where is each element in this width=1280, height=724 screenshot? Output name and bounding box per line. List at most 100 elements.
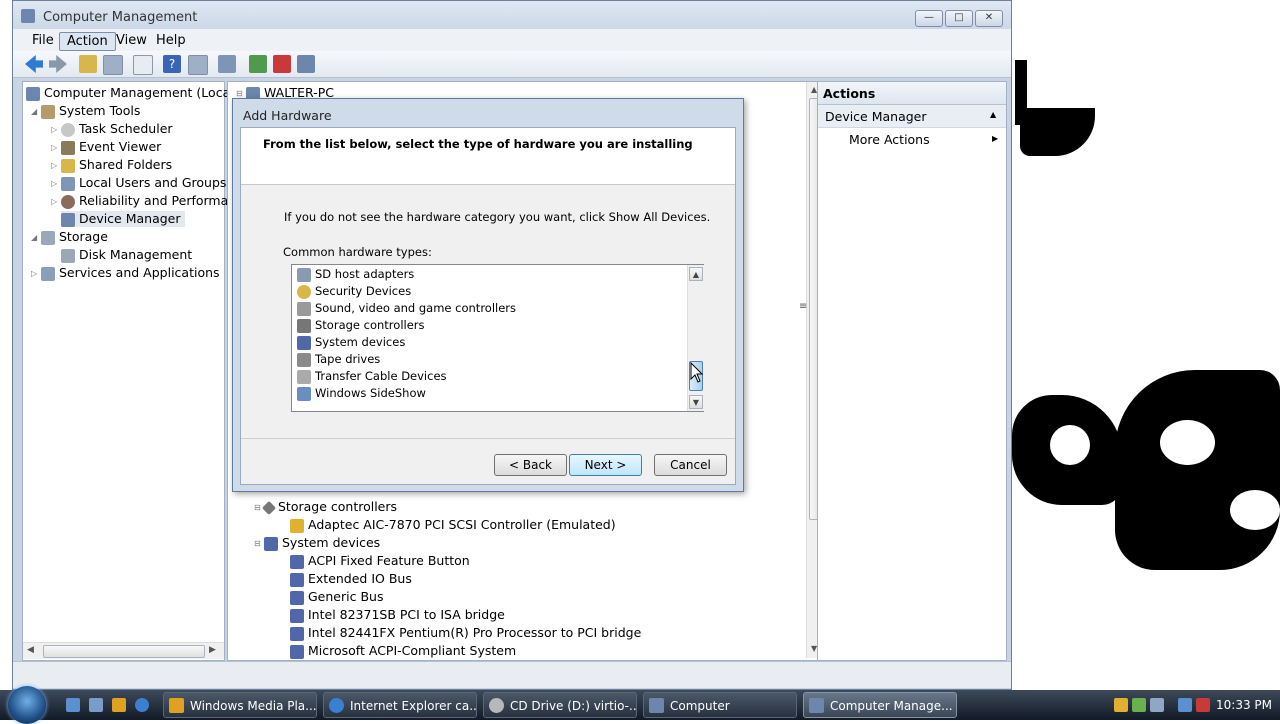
expand-icon[interactable]: ▷ (51, 143, 61, 152)
clock[interactable]: 10:33 PM (1216, 698, 1272, 712)
expand-icon[interactable]: ▷ (31, 269, 41, 278)
device-item[interactable]: Intel 82441FX Pentium(R) Pro Processor t… (290, 625, 641, 641)
taskbar-item-active[interactable]: Computer Manage... (803, 692, 957, 718)
dialog-title: Add Hardware (243, 108, 332, 123)
device-item[interactable]: ACPI Fixed Feature Button (290, 553, 470, 569)
menu-action[interactable]: Action (59, 32, 116, 51)
tree-root[interactable]: Computer Management (Local (26, 85, 234, 101)
speaker-icon (297, 301, 311, 316)
uninstall-icon[interactable] (273, 55, 291, 73)
next-button[interactable]: Next > (569, 454, 642, 476)
device-adaptec[interactable]: Adaptec AIC-7870 PCI SCSI Controller (Em… (290, 517, 616, 533)
scroll-down-icon[interactable]: ▼ (689, 395, 703, 409)
network-icon[interactable] (1132, 698, 1146, 712)
back-arrow-icon[interactable] (25, 55, 43, 73)
tree-disk-management[interactable]: Disk Management (61, 247, 192, 263)
taskbar-item[interactable]: Windows Media Pla... (163, 692, 317, 718)
collapse-section-icon[interactable]: ▲ (990, 110, 996, 119)
list-item[interactable]: Tape drives (297, 352, 380, 367)
device-item[interactable]: Intel 82371SB PCI to ISA bridge (290, 607, 505, 623)
start-button[interactable] (8, 686, 46, 724)
tree-device-manager[interactable]: Device Manager (61, 211, 185, 227)
taskbar-item[interactable]: CD Drive (D:) virtio-... (483, 692, 637, 718)
expand-icon[interactable]: ▷ (51, 179, 61, 188)
system-devices-icon (264, 536, 278, 551)
tree-event-viewer[interactable]: ▷ Event Viewer (51, 139, 161, 155)
tree-storage[interactable]: ◢ Storage (31, 229, 108, 245)
scroll-up-icon[interactable]: ▲ (689, 267, 703, 281)
sd-adapter-icon (297, 267, 311, 282)
collapse-icon[interactable]: ⊟ (254, 539, 264, 548)
left-horizontal-scrollbar[interactable]: ◀ ▶ (23, 642, 224, 659)
tree-services[interactable]: ▷ Services and Applications (31, 265, 220, 281)
scroll-right-icon[interactable]: ▶ (209, 645, 216, 655)
expand-icon[interactable]: ▷ (51, 125, 61, 134)
list-item[interactable]: Storage controllers (297, 318, 425, 333)
back-button[interactable]: < Back (494, 454, 567, 476)
device-item[interactable]: Generic Bus (290, 589, 383, 605)
enable-device-icon[interactable] (297, 55, 315, 73)
tree-local-users[interactable]: ▷ Local Users and Groups (51, 175, 226, 191)
maximize-button[interactable]: □ (945, 10, 973, 27)
system-devices-node[interactable]: ⊟ System devices (254, 535, 380, 551)
show-hide-tree-icon[interactable] (103, 55, 123, 75)
list-item[interactable]: System devices (297, 335, 405, 350)
network-status-icon[interactable] (1178, 698, 1192, 712)
sideshow-icon (297, 386, 311, 401)
collapse-icon[interactable]: ⊟ (236, 89, 246, 98)
taskbar-item[interactable]: Internet Explorer ca... (323, 692, 477, 718)
switch-windows-icon[interactable] (89, 698, 103, 712)
scroll-thumb[interactable] (43, 645, 205, 658)
media-player-quicklaunch-icon[interactable] (112, 698, 126, 712)
tree-shared-folders[interactable]: ▷ Shared Folders (51, 157, 172, 173)
device-manager-icon (61, 212, 75, 227)
list-item[interactable]: Transfer Cable Devices (297, 369, 447, 384)
expand-icon[interactable]: ▷ (51, 197, 61, 206)
pane-splitter[interactable]: ≡ (799, 301, 807, 312)
list-item[interactable]: Security Devices (297, 284, 411, 299)
properties-icon[interactable] (133, 55, 153, 75)
list-item[interactable]: SD host adapters (297, 267, 414, 282)
warning-device-icon (290, 518, 304, 533)
show-action-pane-icon[interactable] (188, 55, 208, 75)
system-device-icon (290, 572, 304, 587)
internet-explorer-quicklaunch-icon[interactable] (135, 698, 149, 712)
menu-help[interactable]: Help (149, 32, 193, 49)
device-item[interactable]: Extended IO Bus (290, 571, 412, 587)
expand-icon[interactable]: ▷ (51, 161, 61, 170)
volume-muted-icon[interactable] (1196, 698, 1210, 712)
safely-remove-icon[interactable] (1150, 698, 1164, 712)
tree-reliability[interactable]: ▷ Reliability and Performa (51, 193, 228, 209)
device-item[interactable]: Microsoft ACPI-Compliant System (290, 643, 516, 659)
security-shield-icon[interactable] (1114, 698, 1128, 712)
tree-system-tools[interactable]: ◢ System Tools (31, 103, 140, 119)
list-item[interactable]: Sound, video and game controllers (297, 301, 516, 316)
hardware-type-list[interactable]: SD host adapters Security Devices Sound,… (291, 264, 704, 412)
update-driver-icon[interactable] (249, 55, 267, 73)
list-item[interactable]: Windows SideShow (297, 386, 426, 401)
storage-controllers-node[interactable]: ⊟ Storage controllers (254, 499, 397, 515)
computer-management-icon (26, 86, 40, 101)
more-actions-item[interactable]: More Actions ▶ (818, 129, 1006, 149)
scroll-left-icon[interactable]: ◀ (27, 645, 34, 655)
collapse-icon[interactable]: ◢ (31, 233, 41, 242)
list-scrollbar[interactable]: ▲ ▼ (687, 265, 704, 411)
minimize-button[interactable]: — (915, 10, 943, 27)
close-button[interactable]: ✕ (975, 10, 1003, 27)
storage-controller-icon (297, 318, 311, 333)
help-icon[interactable]: ? (163, 55, 181, 73)
up-folder-icon[interactable] (79, 55, 97, 73)
menu-file[interactable]: File (25, 32, 61, 49)
scan-hardware-icon[interactable] (218, 55, 236, 73)
show-desktop-icon[interactable] (66, 698, 80, 712)
taskbar-item[interactable]: Computer (643, 692, 797, 718)
collapse-icon[interactable]: ◢ (31, 107, 41, 116)
actions-section[interactable]: Device Manager ▲ (818, 105, 1006, 128)
system-device-icon (297, 335, 311, 350)
forward-arrow-icon[interactable] (49, 55, 67, 73)
tools-icon (41, 104, 55, 119)
cancel-button[interactable]: Cancel (654, 454, 727, 476)
tree-task-scheduler[interactable]: ▷ Task Scheduler (51, 121, 173, 137)
more-actions-label: More Actions (849, 132, 930, 147)
menu-view[interactable]: View (109, 32, 154, 49)
